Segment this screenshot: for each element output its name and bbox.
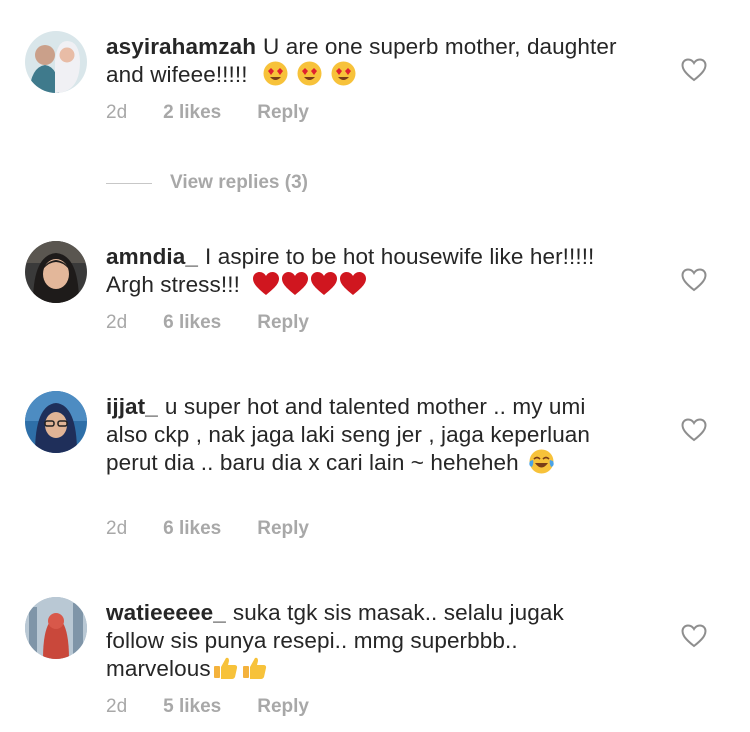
comment-meta: 2d 2 likes Reply [106, 102, 345, 124]
divider [106, 182, 152, 184]
comment-time: 2d [106, 518, 128, 539]
comment-meta: 2d 5 likes Reply [106, 696, 345, 718]
avatar[interactable] [25, 391, 87, 453]
heart-outline-icon[interactable] [681, 624, 707, 648]
reply-button[interactable]: Reply [257, 518, 309, 539]
likes-count[interactable]: 6 likes [163, 518, 221, 539]
comment-text: ijjat_ u super hot and talented mother ..… [106, 393, 596, 477]
comment-text: watieeeee_ suka tgk sis masak.. selalu ju… [106, 599, 616, 683]
comment-username[interactable]: asyirahamzah [106, 34, 256, 59]
reply-button[interactable]: Reply [257, 312, 309, 333]
heart-outline-icon[interactable] [681, 268, 707, 292]
heart-outline-icon[interactable] [681, 418, 707, 442]
avatar[interactable] [25, 31, 87, 93]
red-heart-emoji-icon [339, 271, 367, 296]
comment-text: amndia_ I aspire to be hot housewife like… [106, 243, 626, 299]
comment-meta: 2d 6 likes Reply [106, 312, 345, 334]
red-heart-emoji-icon [252, 271, 280, 296]
heart-eyes-emoji-icon [331, 61, 356, 86]
comment-text: asyirahamzah U are one superb mother, dau… [106, 33, 626, 89]
comment-time: 2d [106, 312, 128, 333]
avatar[interactable] [25, 597, 87, 659]
comment-time: 2d [106, 102, 128, 123]
heart-eyes-emoji-icon [297, 61, 322, 86]
red-heart-emoji-icon [281, 271, 309, 296]
likes-count[interactable]: 2 likes [163, 102, 221, 123]
comment-time: 2d [106, 696, 128, 717]
comment-username[interactable]: watieeeee_ [106, 600, 226, 625]
heart-eyes-emoji-icon [263, 61, 288, 86]
comment-body: u super hot and talented mother .. my um… [106, 394, 591, 475]
likes-count[interactable]: 5 likes [163, 696, 221, 717]
heart-outline-icon[interactable] [681, 58, 707, 82]
tears-of-joy-emoji-icon [529, 449, 554, 474]
view-replies-button[interactable]: View replies (3) [106, 170, 308, 196]
comment-meta: 2d 6 likes Reply [106, 518, 345, 540]
thumbs-up-emoji-icon [242, 655, 267, 680]
red-heart-emoji-icon [310, 271, 338, 296]
avatar[interactable] [25, 241, 87, 303]
reply-button[interactable]: Reply [257, 102, 309, 123]
likes-count[interactable]: 6 likes [163, 312, 221, 333]
view-replies-label: View replies (3) [170, 172, 308, 193]
thumbs-up-emoji-icon [213, 655, 238, 680]
comment-username[interactable]: amndia_ [106, 244, 198, 269]
reply-button[interactable]: Reply [257, 696, 309, 717]
comment-username[interactable]: ijjat_ [106, 394, 158, 419]
